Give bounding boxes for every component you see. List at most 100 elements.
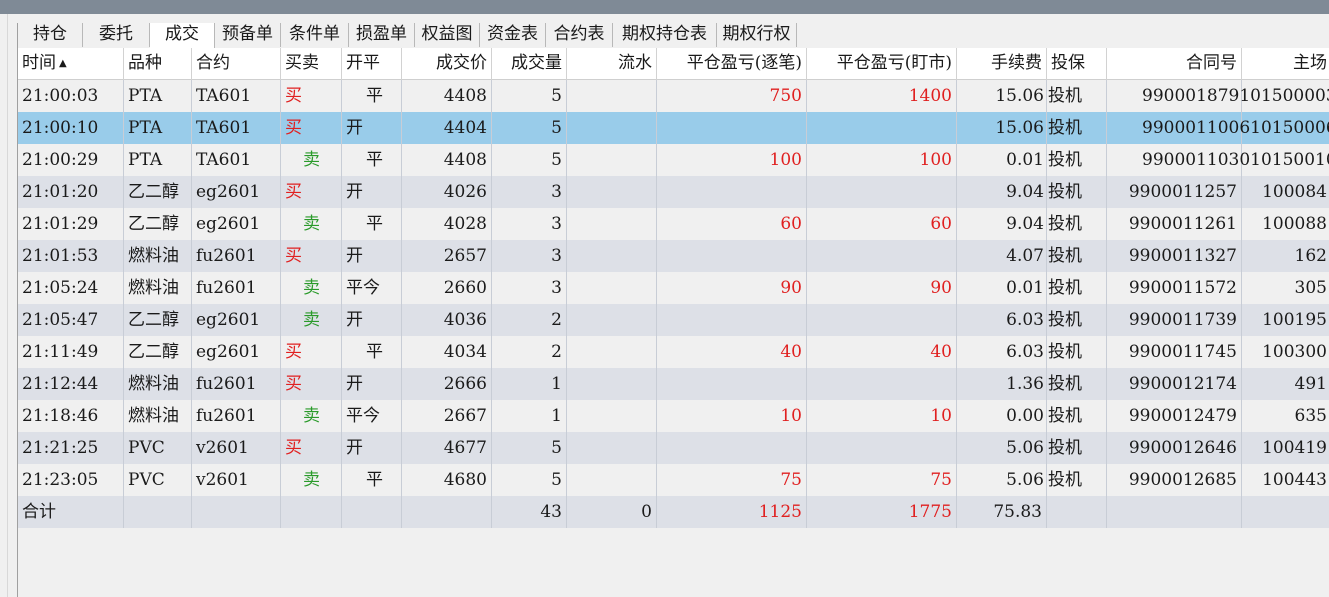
table-row[interactable]: 21:12:44 燃料油 fu2601 买开 2666 1 1.36 投机 9900012174… bbox=[18, 368, 1329, 400]
table-row[interactable]: 21:05:24 燃料油 fu2601 卖平今 2660 3 90 90 0.01 投机 99000… bbox=[18, 272, 1329, 304]
total-volume: 43 bbox=[492, 496, 567, 528]
table-row[interactable]: 21:05:47 乙二醇 eg2601 卖开 4036 2 6.03 投机 9900011739… bbox=[18, 304, 1329, 336]
col-flow-header[interactable]: 流水 bbox=[567, 48, 657, 80]
price-cell: 2660 bbox=[402, 272, 492, 304]
contract-cell: TA601 bbox=[192, 112, 281, 144]
table-row[interactable]: 21:01:20 乙二醇 eg2601 买开 4026 3 9.04 投机 9900011257… bbox=[18, 176, 1329, 208]
tab-conditional-orders[interactable]: 条件单 bbox=[281, 23, 349, 47]
main-cell bbox=[1242, 112, 1329, 144]
column-label: 开平 bbox=[346, 53, 380, 73]
time-cell: 21:21:25 bbox=[18, 432, 124, 464]
tab-funds[interactable]: 资金表 bbox=[480, 23, 546, 47]
tab-contracts[interactable]: 合约表 bbox=[546, 23, 613, 47]
hedge-cell: 投机 bbox=[1047, 400, 1107, 432]
table-row[interactable]: 21:01:53 燃料油 fu2601 买开 2657 3 4.07 投机 9900011327… bbox=[18, 240, 1329, 272]
column-label: 买卖 bbox=[285, 53, 319, 73]
side-cell: 买 bbox=[281, 432, 342, 464]
contract-no-cell: 9900011257 bbox=[1107, 176, 1242, 208]
hedge-cell: 投机 bbox=[1047, 272, 1107, 304]
pnl-mark-cell: 90 bbox=[807, 272, 957, 304]
fee-cell: 9.04 bbox=[957, 208, 1047, 240]
table-row[interactable]: 21:21:25 PVC v2601 买开 4677 5 5.06 投机 9900012646 1… bbox=[18, 432, 1329, 464]
pnl-trade-cell bbox=[657, 240, 807, 272]
pnl-mark-cell bbox=[807, 240, 957, 272]
table-row[interactable]: 21:23:05 PVC v2601 卖平 4680 5 75 75 5.06 投机 9900012… bbox=[18, 464, 1329, 496]
fee-cell: 15.06 bbox=[957, 80, 1047, 112]
volume-cell: 1 bbox=[492, 400, 567, 432]
pnl-trade-cell bbox=[657, 304, 807, 336]
tab-stop-orders[interactable]: 损盈单 bbox=[349, 23, 415, 47]
main-cell: 305 bbox=[1242, 272, 1329, 304]
col-side-header[interactable]: 买卖 bbox=[281, 48, 342, 80]
col-volume-header[interactable]: 成交量 bbox=[492, 48, 567, 80]
contract-no-cell: 9900011006101500062 bbox=[1107, 112, 1329, 144]
col-pnl-mark-header[interactable]: 平仓盈亏(盯市) bbox=[807, 48, 957, 80]
open-close-cell: 开 bbox=[342, 304, 402, 336]
hedge-cell: 投机 bbox=[1047, 144, 1107, 176]
col-time-header[interactable]: 时间 ▲ bbox=[18, 48, 124, 80]
col-price-header[interactable]: 成交价 bbox=[402, 48, 492, 80]
main-cell bbox=[1242, 144, 1329, 176]
side-cell: 买 bbox=[281, 80, 342, 112]
table-row[interactable]: 21:01:29 乙二醇 eg2601 卖平 4028 3 60 60 9.04 投机 990001… bbox=[18, 208, 1329, 240]
pnl-trade-cell: 60 bbox=[657, 208, 807, 240]
tab-trades[interactable]: 成交 bbox=[150, 23, 215, 48]
main-cell: 100443 bbox=[1242, 464, 1329, 496]
side-cell: 买 bbox=[281, 336, 342, 368]
pnl-mark-cell bbox=[807, 304, 957, 336]
column-label: 合同号 bbox=[1186, 53, 1237, 73]
fee-cell: 0.00 bbox=[957, 400, 1047, 432]
col-contract-no-header[interactable]: 合同号 bbox=[1107, 48, 1242, 80]
pnl-trade-cell bbox=[657, 432, 807, 464]
fee-cell: 15.06 bbox=[957, 112, 1047, 144]
flow-cell bbox=[567, 304, 657, 336]
tab-bar: 持仓 委托 成交 预备单 条件单 损盈单 权益图 资金表 合约表 期权持仓表 期权行权 bbox=[18, 23, 797, 48]
table-row[interactable]: 21:00:29 PTA TA601 卖平 4408 5 100 100 0.01 投机 99000… bbox=[18, 144, 1329, 176]
tab-option-positions[interactable]: 期权持仓表 bbox=[613, 23, 717, 47]
side-cell: 买 bbox=[281, 112, 342, 144]
fee-cell: 4.07 bbox=[957, 240, 1047, 272]
table-row[interactable]: 21:11:49 乙二醇 eg2601 买平 4034 2 40 40 6.03 投机 990001… bbox=[18, 336, 1329, 368]
time-cell: 21:00:10 bbox=[18, 112, 124, 144]
sort-ascending-icon: ▲ bbox=[59, 58, 67, 69]
flow-cell bbox=[567, 400, 657, 432]
main-cell: 100195 bbox=[1242, 304, 1329, 336]
main-cell: 491 bbox=[1242, 368, 1329, 400]
table-row[interactable]: 21:00:03 PTA TA601 买平 4408 5 750 1400 15.06 投机 990… bbox=[18, 80, 1329, 112]
time-cell: 21:05:24 bbox=[18, 272, 124, 304]
table-row[interactable]: 21:00:10 PTA TA601 买开 4404 5 15.06 投机 9900011006… bbox=[18, 112, 1329, 144]
total-empty-cell bbox=[1242, 496, 1329, 528]
total-fee: 75.83 bbox=[957, 496, 1047, 528]
hedge-cell: 投机 bbox=[1047, 80, 1107, 112]
flow-cell bbox=[567, 432, 657, 464]
volume-cell: 2 bbox=[492, 336, 567, 368]
col-product-header[interactable]: 品种 bbox=[124, 48, 192, 80]
pnl-mark-cell bbox=[807, 176, 957, 208]
tab-option-exercise[interactable]: 期权行权 bbox=[717, 23, 797, 47]
open-close-cell: 开 bbox=[342, 240, 402, 272]
time-cell: 21:00:29 bbox=[18, 144, 124, 176]
tab-orders[interactable]: 委托 bbox=[83, 23, 150, 47]
fee-cell: 6.03 bbox=[957, 304, 1047, 336]
col-open-close-header[interactable]: 开平 bbox=[342, 48, 402, 80]
table-row[interactable]: 21:18:46 燃料油 fu2601 卖平今 2667 1 10 10 0.00 投机 99000… bbox=[18, 400, 1329, 432]
open-close-cell: 平今 bbox=[342, 272, 402, 304]
column-label: 品种 bbox=[128, 53, 162, 73]
contract-cell: fu2601 bbox=[192, 368, 281, 400]
col-main-header[interactable]: 主场 bbox=[1242, 48, 1329, 80]
contract-no-cell: 9900012685 bbox=[1107, 464, 1242, 496]
col-hedge-header[interactable]: 投保 bbox=[1047, 48, 1107, 80]
contract-cell: TA601 bbox=[192, 80, 281, 112]
tab-prepared-orders[interactable]: 预备单 bbox=[215, 23, 281, 47]
volume-cell: 5 bbox=[492, 144, 567, 176]
col-pnl-trade-header[interactable]: 平仓盈亏(逐笔) bbox=[657, 48, 807, 80]
pnl-mark-cell bbox=[807, 432, 957, 464]
contract-cell: eg2601 bbox=[192, 208, 281, 240]
tab-equity-chart[interactable]: 权益图 bbox=[415, 23, 480, 47]
pnl-mark-cell: 40 bbox=[807, 336, 957, 368]
tab-positions[interactable]: 持仓 bbox=[18, 23, 83, 47]
col-fee-header[interactable]: 手续费 bbox=[957, 48, 1047, 80]
col-contract-header[interactable]: 合约 bbox=[192, 48, 281, 80]
flow-cell bbox=[567, 144, 657, 176]
contract-no-cell: 9900018791015000036 bbox=[1107, 80, 1329, 112]
